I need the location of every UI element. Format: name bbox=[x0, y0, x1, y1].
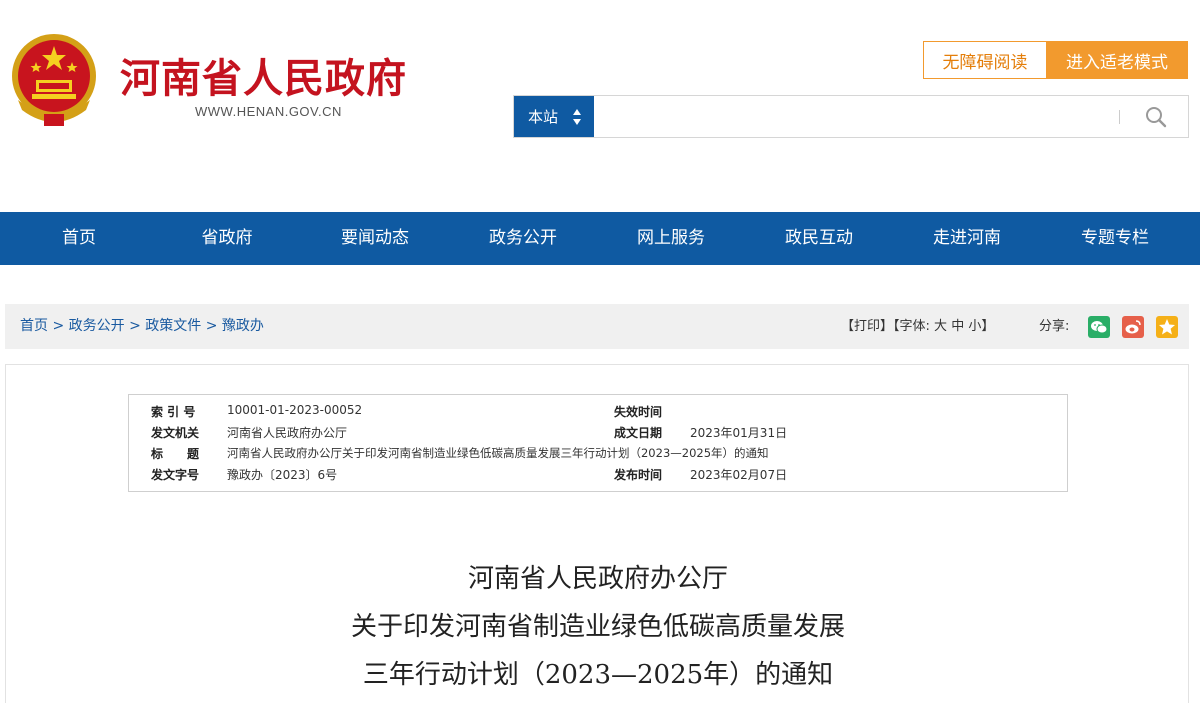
search-scope-select[interactable]: 本站 bbox=[514, 96, 594, 137]
search-input[interactable] bbox=[596, 98, 1116, 135]
breadcrumb-home[interactable]: 首页 bbox=[20, 318, 48, 334]
weibo-icon[interactable] bbox=[1122, 316, 1144, 338]
meta-issuer-label: 发文机关 bbox=[151, 426, 200, 440]
document-title: 河南省人民政府办公厅 关于印发河南省制造业绿色低碳高质量发展 三年行动计划（20… bbox=[6, 555, 1190, 699]
meta-index-label: 索 引 号 bbox=[151, 405, 196, 419]
elder-mode-button[interactable]: 进入适老模式 bbox=[1046, 41, 1188, 79]
meta-created-label: 成文日期 bbox=[614, 426, 663, 440]
meta-issuer-value: 河南省人民政府办公厅 bbox=[227, 426, 348, 440]
meta-docno-value: 豫政办〔2023〕6号 bbox=[227, 468, 338, 482]
breadcrumb-bar: 首页 > 政务公开 > 政策文件 > 豫政办 【打印】【字体: 大 中 小】 分… bbox=[5, 304, 1189, 349]
meta-published-value: 2023年02月07日 bbox=[690, 468, 788, 482]
breadcrumb-gov-affairs[interactable]: 政务公开 bbox=[69, 318, 125, 334]
wechat-icon[interactable] bbox=[1088, 316, 1110, 338]
breadcrumb: 首页 > 政务公开 > 政策文件 > 豫政办 bbox=[20, 304, 264, 349]
breadcrumb-policy-docs[interactable]: 政策文件 bbox=[145, 318, 201, 334]
search-icon[interactable] bbox=[1142, 104, 1170, 130]
meta-created-value: 2023年01月31日 bbox=[690, 426, 788, 440]
nav-item-gov-affairs[interactable]: 政务公开 bbox=[458, 212, 588, 265]
document-title-line-3: 三年行动计划（2023—2025年）的通知 bbox=[362, 660, 834, 690]
nav-item-province-gov[interactable]: 省政府 bbox=[162, 212, 292, 265]
nav-item-news[interactable]: 要闻动态 bbox=[310, 212, 440, 265]
meta-docno-label: 发文字号 bbox=[151, 468, 200, 482]
font-medium-link[interactable]: 中 bbox=[951, 319, 964, 334]
nav-item-home[interactable]: 首页 bbox=[14, 212, 144, 265]
nav-item-interaction[interactable]: 政民互动 bbox=[754, 212, 884, 265]
share-label: 分享: bbox=[1039, 319, 1070, 334]
document-meta-table: 索 引 号 10001-01-2023-00052 失效时间 发文机关 河南省人… bbox=[128, 394, 1068, 492]
sort-arrows-icon bbox=[573, 109, 581, 125]
font-large-link[interactable]: 大 bbox=[934, 319, 947, 334]
favorite-star-icon[interactable] bbox=[1156, 316, 1178, 338]
font-size-suffix: 】 bbox=[981, 319, 995, 334]
search-box: 本站 bbox=[513, 95, 1189, 138]
font-size-prefix: 【字体: bbox=[893, 319, 930, 334]
print-link[interactable]: 【打印】 bbox=[841, 319, 893, 334]
document-title-line-2: 关于印发河南省制造业绿色低碳高质量发展 bbox=[350, 612, 845, 642]
breadcrumb-yuzhengban[interactable]: 豫政办 bbox=[222, 318, 264, 334]
meta-published-label: 发布时间 bbox=[614, 468, 663, 482]
breadcrumb-separator: > bbox=[129, 318, 146, 334]
breadcrumb-separator: > bbox=[52, 318, 69, 334]
page-tools: 【打印】【字体: 大 中 小】 bbox=[841, 304, 994, 349]
search-scope-label: 本站 bbox=[528, 108, 559, 126]
national-emblem-icon bbox=[12, 34, 96, 126]
font-small-link[interactable]: 小 bbox=[968, 319, 981, 334]
meta-title-value: 河南省人民政府办公厅关于印发河南省制造业绿色低碳高质量发展三年行动计划（2023… bbox=[227, 446, 769, 460]
nav-item-special-topics[interactable]: 专题专栏 bbox=[1050, 212, 1180, 265]
nav-item-about-henan[interactable]: 走进河南 bbox=[902, 212, 1032, 265]
search-divider bbox=[1119, 110, 1120, 124]
main-nav: 首页 省政府 要闻动态 政务公开 网上服务 政民互动 走进河南 专题专栏 bbox=[0, 212, 1200, 265]
meta-expire-label: 失效时间 bbox=[614, 405, 663, 419]
site-domain: WWW.HENAN.GOV.CN bbox=[195, 104, 342, 119]
site-title[interactable]: 河南省人民政府 bbox=[120, 46, 407, 104]
accessible-reading-button[interactable]: 无障碍阅读 bbox=[923, 41, 1047, 79]
nav-item-online-service[interactable]: 网上服务 bbox=[606, 212, 736, 265]
meta-title-label: 标 题 bbox=[151, 447, 200, 461]
breadcrumb-separator: > bbox=[205, 318, 222, 334]
document-title-line-1: 河南省人民政府办公厅 bbox=[467, 564, 728, 594]
site-header: 河南省人民政府 WWW.HENAN.GOV.CN 无障碍阅读 进入适老模式 本站 bbox=[0, 0, 1200, 212]
meta-index-value: 10001-01-2023-00052 bbox=[227, 403, 363, 417]
article-content: 索 引 号 10001-01-2023-00052 失效时间 发文机关 河南省人… bbox=[5, 364, 1189, 703]
